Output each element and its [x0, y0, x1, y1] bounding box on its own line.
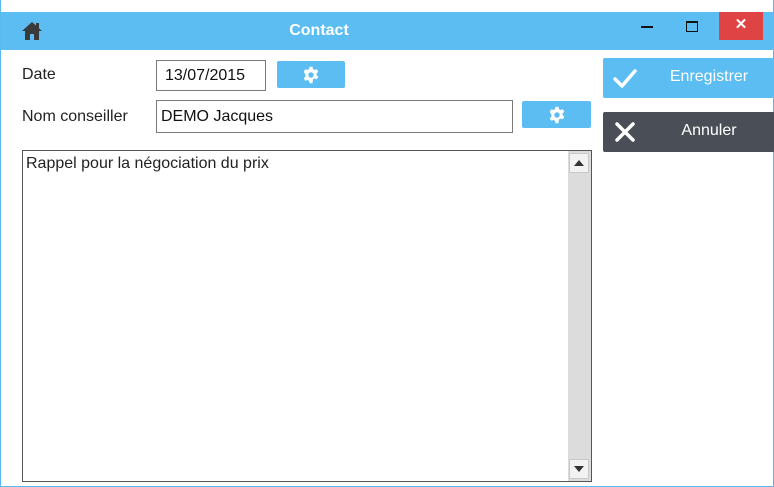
gear-icon — [549, 106, 564, 123]
cancel-button[interactable]: Annuler — [603, 112, 774, 152]
minimize-icon — [641, 26, 653, 28]
minimize-button[interactable] — [627, 12, 667, 40]
date-field[interactable]: 13/07/2015 — [156, 60, 266, 91]
window-title: Contact — [289, 22, 349, 39]
date-label: Date — [22, 66, 56, 83]
cancel-button-label: Annuler — [681, 122, 737, 139]
notes-scrollbar[interactable] — [568, 151, 591, 481]
maximize-button[interactable] — [671, 12, 711, 40]
check-icon — [613, 69, 637, 88]
advisor-settings-button[interactable] — [522, 101, 591, 128]
save-button[interactable]: Enregistrer — [603, 58, 774, 98]
close-window-icon: ✕ — [734, 16, 748, 33]
gear-icon — [303, 66, 319, 83]
close-window-button[interactable]: ✕ — [719, 12, 763, 40]
scroll-down-button[interactable] — [569, 459, 589, 479]
save-button-label: Enregistrer — [669, 68, 749, 85]
advisor-field[interactable]: DEMO Jacques — [156, 100, 513, 133]
title-bar: Contact ✕ — [1, 12, 774, 50]
scroll-up-button[interactable] — [569, 153, 589, 173]
contact-window: Contact ✕ Date 13/07/2015 Nom conseiller… — [0, 0, 774, 487]
advisor-label: Nom conseiller — [22, 108, 128, 125]
notes-textarea[interactable]: Rappel pour la négociation du prix — [22, 150, 592, 482]
maximize-icon — [686, 21, 698, 32]
date-settings-button[interactable] — [277, 61, 345, 88]
notes-text: Rappel pour la négociation du prix — [26, 155, 269, 172]
close-icon — [615, 122, 635, 142]
